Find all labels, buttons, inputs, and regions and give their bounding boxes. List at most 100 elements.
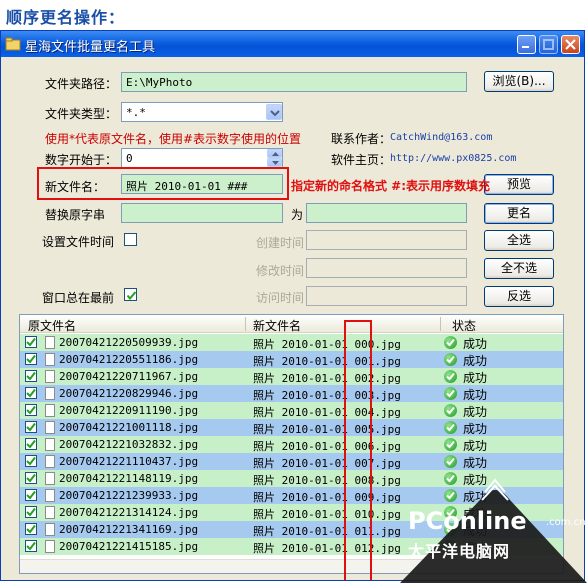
new-name-prefix: 照片 2010-01-01 xyxy=(253,389,355,402)
title-bar[interactable]: 星海文件批量更名工具 xyxy=(1,31,584,57)
checkmark-icon xyxy=(26,422,36,432)
table-row[interactable]: 20070421220829946.jpg 照片 2010-01-01 003.j… xyxy=(20,385,563,402)
row-checkbox[interactable] xyxy=(25,387,37,399)
status-cell: 成功 xyxy=(463,388,488,402)
status-cell: 成功 xyxy=(463,371,488,385)
new-name-cell: 照片 2010-01-01 004.jpg xyxy=(253,404,401,420)
new-name-prefix: 照片 2010-01-01 xyxy=(253,491,355,504)
row-checkbox[interactable] xyxy=(25,336,37,348)
new-name-prefix: 照片 2010-01-01 xyxy=(253,542,355,555)
created-time-label: 创建时间 xyxy=(256,236,305,250)
table-row[interactable]: 20070421221032832.jpg 照片 2010-01-01 006.j… xyxy=(20,436,563,453)
invert-selection-button[interactable]: 反选 xyxy=(484,286,554,307)
spin-up-button[interactable] xyxy=(267,149,282,158)
row-checkbox[interactable] xyxy=(25,506,37,518)
new-name-prefix: 照片 2010-01-01 xyxy=(253,338,355,351)
file-extension: .jpg xyxy=(374,542,401,555)
file-type-select[interactable]: *.* xyxy=(121,102,283,122)
created-time-input[interactable] xyxy=(306,230,467,250)
file-icon xyxy=(45,404,55,417)
table-row[interactable]: 20070421220711967.jpg 照片 2010-01-01 002.j… xyxy=(20,368,563,385)
row-checkbox[interactable] xyxy=(25,438,37,450)
new-name-prefix: 照片 2010-01-01 xyxy=(253,508,355,521)
success-icon xyxy=(444,353,457,366)
browse-button[interactable]: 浏览(B)... xyxy=(484,71,554,92)
file-icon xyxy=(45,370,55,383)
table-row[interactable]: 20070421220509939.jpg 照片 2010-01-01 000.j… xyxy=(20,334,563,351)
topmost-label: 窗口总在最前 xyxy=(42,291,115,305)
new-name-cell: 照片 2010-01-01 002.jpg xyxy=(253,370,401,386)
original-name-cell: 20070421221001118.jpg xyxy=(59,421,199,434)
col-new-name[interactable]: 新文件名 xyxy=(253,317,301,334)
row-checkbox[interactable] xyxy=(25,421,37,433)
row-checkbox[interactable] xyxy=(25,472,37,484)
maximize-button[interactable] xyxy=(539,35,558,54)
original-name-cell: 20070421220711967.jpg xyxy=(59,370,199,383)
col-status[interactable]: 状态 xyxy=(452,317,476,334)
table-row[interactable]: 20070421220911190.jpg 照片 2010-01-01 004.j… xyxy=(20,402,563,419)
new-name-prefix: 照片 2010-01-01 xyxy=(253,355,355,368)
homepage-link[interactable]: http://www.px0825.com xyxy=(390,153,516,164)
replace-with-label: 为 xyxy=(291,208,304,222)
row-checkbox[interactable] xyxy=(25,489,37,501)
success-icon xyxy=(444,438,457,451)
maximize-icon xyxy=(543,39,554,50)
replace-label: 替换原字串 xyxy=(45,208,106,222)
page-heading: 顺序更名操作： xyxy=(6,8,126,27)
new-name-prefix: 照片 2010-01-01 xyxy=(253,406,355,419)
row-checkbox[interactable] xyxy=(25,404,37,416)
topmost-checkbox[interactable] xyxy=(124,288,137,301)
table-row[interactable]: 20070421221001118.jpg 照片 2010-01-01 005.j… xyxy=(20,419,563,436)
checkmark-icon xyxy=(126,291,137,301)
status-cell: 成功 xyxy=(463,456,488,470)
original-name-cell: 20070421220911190.jpg xyxy=(59,404,199,417)
new-name-cell: 照片 2010-01-01 011.jpg xyxy=(253,523,401,539)
select-none-button[interactable]: 全不选 xyxy=(484,258,554,279)
checkmark-icon xyxy=(26,439,36,449)
contact-email-link[interactable]: CatchWind@163.com xyxy=(390,132,492,143)
file-extension: .jpg xyxy=(374,474,401,487)
minimize-button[interactable] xyxy=(517,35,536,54)
original-name-cell: 20070421221148119.jpg xyxy=(59,472,199,485)
folder-path-input[interactable]: E:\MyPhoto xyxy=(121,72,467,92)
file-extension: .jpg xyxy=(374,508,401,521)
replace-to-input[interactable] xyxy=(306,203,467,223)
list-header: 原文件名 新文件名 状态 xyxy=(20,315,563,333)
accessed-time-input[interactable] xyxy=(306,286,467,306)
col-original-name[interactable]: 原文件名 xyxy=(28,317,76,334)
rename-button[interactable]: 更名 xyxy=(484,203,554,224)
new-name-cell: 照片 2010-01-01 000.jpg xyxy=(253,336,401,352)
select-all-button[interactable]: 全选 xyxy=(484,230,554,251)
row-checkbox[interactable] xyxy=(25,455,37,467)
row-checkbox[interactable] xyxy=(25,353,37,365)
checkmark-icon xyxy=(26,524,36,534)
close-button[interactable] xyxy=(561,35,580,54)
table-row[interactable]: 20070421220551186.jpg 照片 2010-01-01 001.j… xyxy=(20,351,563,368)
file-type-label: 文件夹类型： xyxy=(45,107,118,121)
spin-down-button[interactable] xyxy=(267,158,282,167)
replace-from-input[interactable] xyxy=(121,203,283,223)
file-extension: .jpg xyxy=(374,372,401,385)
row-checkbox[interactable] xyxy=(25,540,37,552)
row-checkbox[interactable] xyxy=(25,370,37,382)
success-icon xyxy=(444,370,457,383)
row-checkbox[interactable] xyxy=(25,523,37,535)
usage-hint: 使用*代表原文件名，使用#表示数字使用的位置 xyxy=(45,132,302,146)
original-name-cell: 20070421221314124.jpg xyxy=(59,506,199,519)
set-time-checkbox[interactable] xyxy=(124,233,137,246)
file-icon xyxy=(45,489,55,502)
start-number-input[interactable]: 0 xyxy=(121,148,283,168)
file-extension: .jpg xyxy=(374,440,401,453)
accessed-time-label: 访问时间 xyxy=(256,291,305,305)
success-icon xyxy=(444,421,457,434)
modified-time-label: 修改时间 xyxy=(256,264,305,278)
new-name-cell: 照片 2010-01-01 003.jpg xyxy=(253,387,401,403)
preview-button[interactable]: 预览 xyxy=(484,174,554,195)
table-row[interactable]: 20070421221110437.jpg 照片 2010-01-01 007.j… xyxy=(20,453,563,470)
watermark-logo: PConline xyxy=(408,507,527,535)
checkmark-icon xyxy=(26,354,36,364)
original-name-cell: 20070421221239933.jpg xyxy=(59,489,199,502)
file-type-dropdown-button[interactable] xyxy=(266,104,282,120)
modified-time-input[interactable] xyxy=(306,258,467,278)
new-name-cell: 照片 2010-01-01 006.jpg xyxy=(253,438,401,454)
